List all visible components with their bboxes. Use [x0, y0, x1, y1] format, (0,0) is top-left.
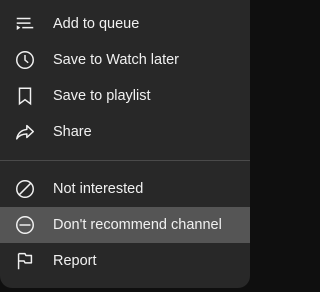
- menu-item-label: Not interested: [53, 181, 144, 197]
- bookmark-icon: [14, 85, 36, 107]
- context-menu: Add to queue Save to Watch later Save to…: [0, 0, 250, 288]
- minus-circle-icon: [14, 214, 36, 236]
- add-to-queue-icon: [14, 13, 36, 35]
- clock-icon: [14, 49, 36, 71]
- menu-item-not-interested[interactable]: Not interested: [0, 171, 250, 207]
- menu-item-add-to-queue[interactable]: Add to queue: [0, 6, 250, 42]
- menu-item-label: Save to Watch later: [53, 52, 179, 68]
- flag-icon: [14, 250, 36, 272]
- menu-item-label: Don't recommend channel: [53, 217, 222, 233]
- menu-item-report[interactable]: Report: [0, 243, 250, 279]
- menu-item-label: Share: [53, 124, 92, 140]
- menu-item-save-to-watch-later[interactable]: Save to Watch later: [0, 42, 250, 78]
- menu-item-share[interactable]: Share: [0, 114, 250, 150]
- menu-item-label: Add to queue: [53, 16, 140, 32]
- menu-item-save-to-playlist[interactable]: Save to playlist: [0, 78, 250, 114]
- share-arrow-icon: [14, 121, 36, 143]
- menu-item-dont-recommend-channel[interactable]: Don't recommend channel: [0, 207, 250, 243]
- menu-item-label: Save to playlist: [53, 88, 151, 104]
- menu-item-label: Report: [53, 253, 97, 269]
- block-icon: [14, 178, 36, 200]
- menu-divider: [0, 160, 250, 161]
